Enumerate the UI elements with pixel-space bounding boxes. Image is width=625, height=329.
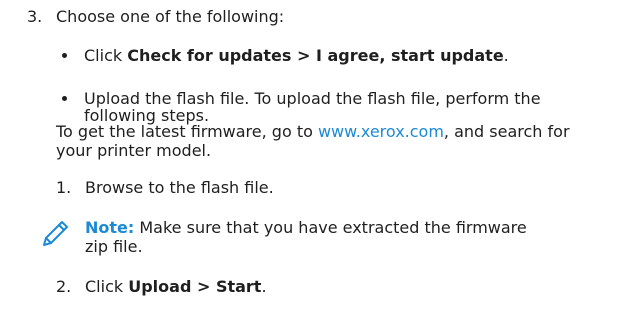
option-click-updates: Click Check for updates > I agree, start… xyxy=(84,46,509,65)
updates-path: Check for updates > I agree, start updat… xyxy=(127,46,504,65)
firmware-info-line1: To get the latest firmware, go to www.xe… xyxy=(56,122,570,141)
note-label: Note: xyxy=(85,218,135,237)
substep-upload-start: Click Upload > Start. xyxy=(85,277,267,296)
bullet-marker xyxy=(62,96,67,101)
step-number: 3. xyxy=(27,7,43,26)
firmware-info-line2: your printer model. xyxy=(56,141,212,160)
bullet-marker xyxy=(62,53,67,58)
substep-number: 1. xyxy=(56,178,72,197)
xerox-link[interactable]: www.xerox.com xyxy=(318,122,444,141)
upload-path: Upload > Start xyxy=(128,277,262,296)
note-line1: Note: Make sure that you have extracted … xyxy=(85,218,527,237)
substep-number: 2. xyxy=(56,277,72,296)
step-intro: Choose one of the following: xyxy=(56,7,285,26)
substep-browse: Browse to the flash file. xyxy=(85,178,274,197)
note-line2: zip file. xyxy=(85,237,143,256)
pencil-icon xyxy=(43,221,68,246)
